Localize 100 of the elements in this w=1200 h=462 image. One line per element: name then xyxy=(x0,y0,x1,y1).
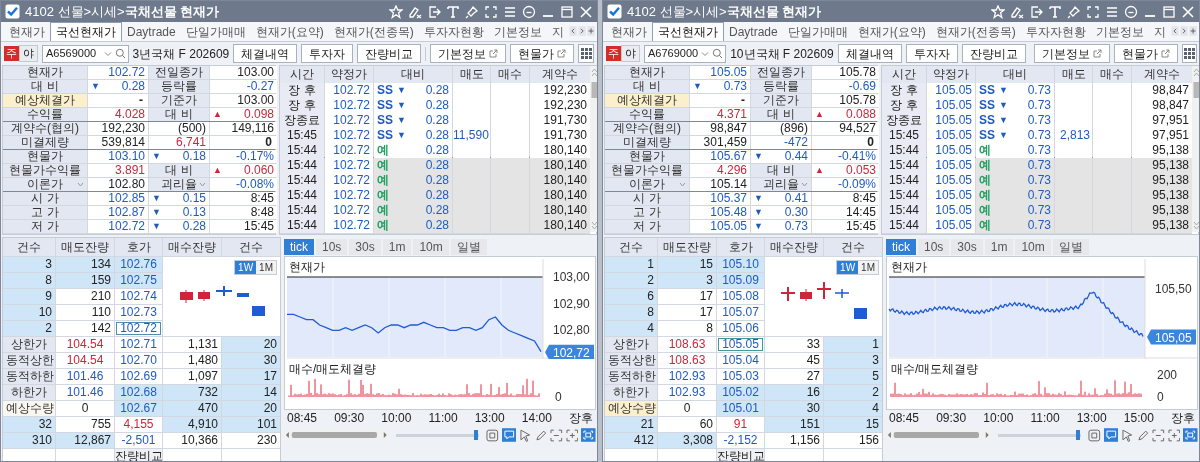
plus-icon[interactable] xyxy=(1188,24,1197,38)
interval-tab[interactable]: 1m xyxy=(382,238,412,255)
close-icon[interactable] xyxy=(579,4,593,19)
slider-thumb[interactable] xyxy=(474,429,479,440)
caret-icon[interactable] xyxy=(801,182,808,187)
chevron-left-icon[interactable] xyxy=(568,24,577,38)
tab[interactable]: 단일가매매 xyxy=(782,22,853,41)
chevron-right-icon[interactable] xyxy=(577,24,586,38)
check-icon xyxy=(607,4,622,19)
list-icon[interactable] xyxy=(503,4,517,19)
pointer-icon[interactable] xyxy=(1121,428,1134,442)
interval-tab[interactable]: 10s xyxy=(918,238,950,255)
tab[interactable]: 투자자현황 xyxy=(418,22,489,41)
star-icon[interactable] xyxy=(991,4,1005,19)
pencil-icon[interactable] xyxy=(534,428,548,442)
tab[interactable]: 지 xyxy=(1148,22,1171,41)
export-icon[interactable] xyxy=(1029,4,1043,19)
code-field[interactable]: A6769000 xyxy=(644,44,727,63)
compare-button[interactable]: 잔량비교 xyxy=(115,449,162,461)
interval-tab[interactable]: 일별 xyxy=(450,238,487,255)
pointer-icon[interactable] xyxy=(519,428,532,442)
interval-tab[interactable]: 일별 xyxy=(1052,238,1089,255)
close-icon[interactable] xyxy=(1181,4,1195,19)
maximize-icon[interactable] xyxy=(560,4,574,19)
maximize-icon[interactable] xyxy=(1162,4,1176,19)
star-icon[interactable] xyxy=(389,4,403,19)
toolbar-button[interactable]: 체결내역 xyxy=(233,44,298,63)
toolbar-button[interactable]: 잔량비교 xyxy=(961,44,1026,63)
export-icon[interactable] xyxy=(427,4,441,19)
session-toggle[interactable]: 야 xyxy=(621,45,640,62)
chevron-right-icon[interactable] xyxy=(1179,24,1188,38)
external-link-icon xyxy=(557,49,567,58)
horizontal-scrollbar[interactable] xyxy=(284,429,389,441)
session-toggle[interactable]: 야 xyxy=(19,45,38,62)
text-tool-icon[interactable] xyxy=(446,4,460,19)
period-toggle[interactable]: 1M xyxy=(858,261,878,274)
slider-thumb[interactable] xyxy=(1076,429,1081,440)
tab[interactable]: 국선현재가 xyxy=(652,22,724,41)
field-value: 105.48 xyxy=(710,206,747,219)
comment-icon[interactable] xyxy=(501,428,517,442)
frame-icon[interactable] xyxy=(1152,428,1165,442)
interval-tab[interactable]: 10m xyxy=(1015,238,1051,255)
interval-tab[interactable]: tick xyxy=(284,238,314,255)
caret-icon[interactable] xyxy=(679,182,686,187)
tab[interactable]: 기본정보 xyxy=(488,22,547,41)
grid-button[interactable] xyxy=(1181,44,1197,63)
fullscreen-icon[interactable] xyxy=(581,428,596,442)
table-cell: 4,155 xyxy=(115,417,162,432)
interval-tab[interactable]: tick xyxy=(886,238,916,255)
caret-icon[interactable] xyxy=(77,182,84,187)
caret-icon[interactable] xyxy=(199,182,206,187)
search-icon[interactable] xyxy=(712,48,724,59)
tab[interactable]: 현재가(요약) xyxy=(852,22,931,41)
tab[interactable]: 기본정보 xyxy=(1090,22,1149,41)
axis-label: 11:00 xyxy=(428,410,458,426)
zoom-in-icon[interactable] xyxy=(1167,428,1181,442)
tab[interactable]: Daytrade xyxy=(724,22,783,41)
period-toggle[interactable]: 1M xyxy=(256,261,276,274)
axis-label: 102,90 xyxy=(553,296,590,311)
toolbar-button[interactable]: 잔량비교 xyxy=(357,44,422,63)
vertical-scrollbar[interactable] xyxy=(590,66,597,232)
tab[interactable]: 현재가(요약) xyxy=(250,22,329,41)
horizontal-scrollbar[interactable] xyxy=(886,429,991,441)
interval-tab[interactable]: 10m xyxy=(413,238,449,255)
frame-icon[interactable] xyxy=(550,428,563,442)
tab[interactable]: 현재가(전종목) xyxy=(930,22,1021,41)
vertical-scrollbar[interactable] xyxy=(1192,66,1199,232)
interval-tab[interactable]: 1m xyxy=(984,238,1014,255)
list-icon[interactable] xyxy=(1105,4,1119,19)
tab[interactable]: 지 xyxy=(546,22,569,41)
comment-icon[interactable] xyxy=(1103,428,1119,442)
tab[interactable]: Daytrade xyxy=(122,22,181,41)
tab[interactable]: 투자자현황 xyxy=(1020,22,1091,41)
interval-tab[interactable]: 30s xyxy=(349,238,381,255)
interval-tab[interactable]: 30s xyxy=(951,238,983,255)
link-button[interactable]: 기본정보 xyxy=(430,44,507,63)
link-button[interactable]: 현물가 xyxy=(1113,44,1178,63)
tab[interactable]: 현재가 xyxy=(606,22,652,41)
pencil-icon[interactable] xyxy=(1136,428,1150,442)
grid-button[interactable] xyxy=(578,44,594,63)
code-field[interactable]: A6569000 xyxy=(42,44,129,63)
tab[interactable]: 단일가매매 xyxy=(180,22,251,41)
interval-tab[interactable]: 10s xyxy=(316,238,348,255)
period-toggle[interactable]: 1W xyxy=(235,261,257,274)
toolbar-button[interactable]: 체결내역 xyxy=(837,44,902,63)
tab[interactable]: 현재가 xyxy=(4,22,50,41)
search-icon[interactable] xyxy=(114,48,126,59)
compare-button[interactable]: 잔량비교 xyxy=(717,449,764,461)
toolbar-button[interactable]: 투자자 xyxy=(905,44,958,63)
tab[interactable]: 현재가(전종목) xyxy=(328,22,419,41)
fullscreen-icon[interactable] xyxy=(1183,428,1198,442)
toolbar-button[interactable]: 투자자 xyxy=(301,44,354,63)
zoom-in-icon[interactable] xyxy=(565,428,579,442)
period-toggle[interactable]: 1W xyxy=(837,261,859,274)
text-tool-icon[interactable] xyxy=(1048,4,1062,19)
tab[interactable]: 국선현재가 xyxy=(50,22,122,41)
link-button[interactable]: 기본정보 xyxy=(1033,44,1110,63)
chevron-left-icon[interactable] xyxy=(1170,24,1179,38)
plus-icon[interactable] xyxy=(586,24,595,38)
link-button[interactable]: 현물가 xyxy=(510,44,575,63)
